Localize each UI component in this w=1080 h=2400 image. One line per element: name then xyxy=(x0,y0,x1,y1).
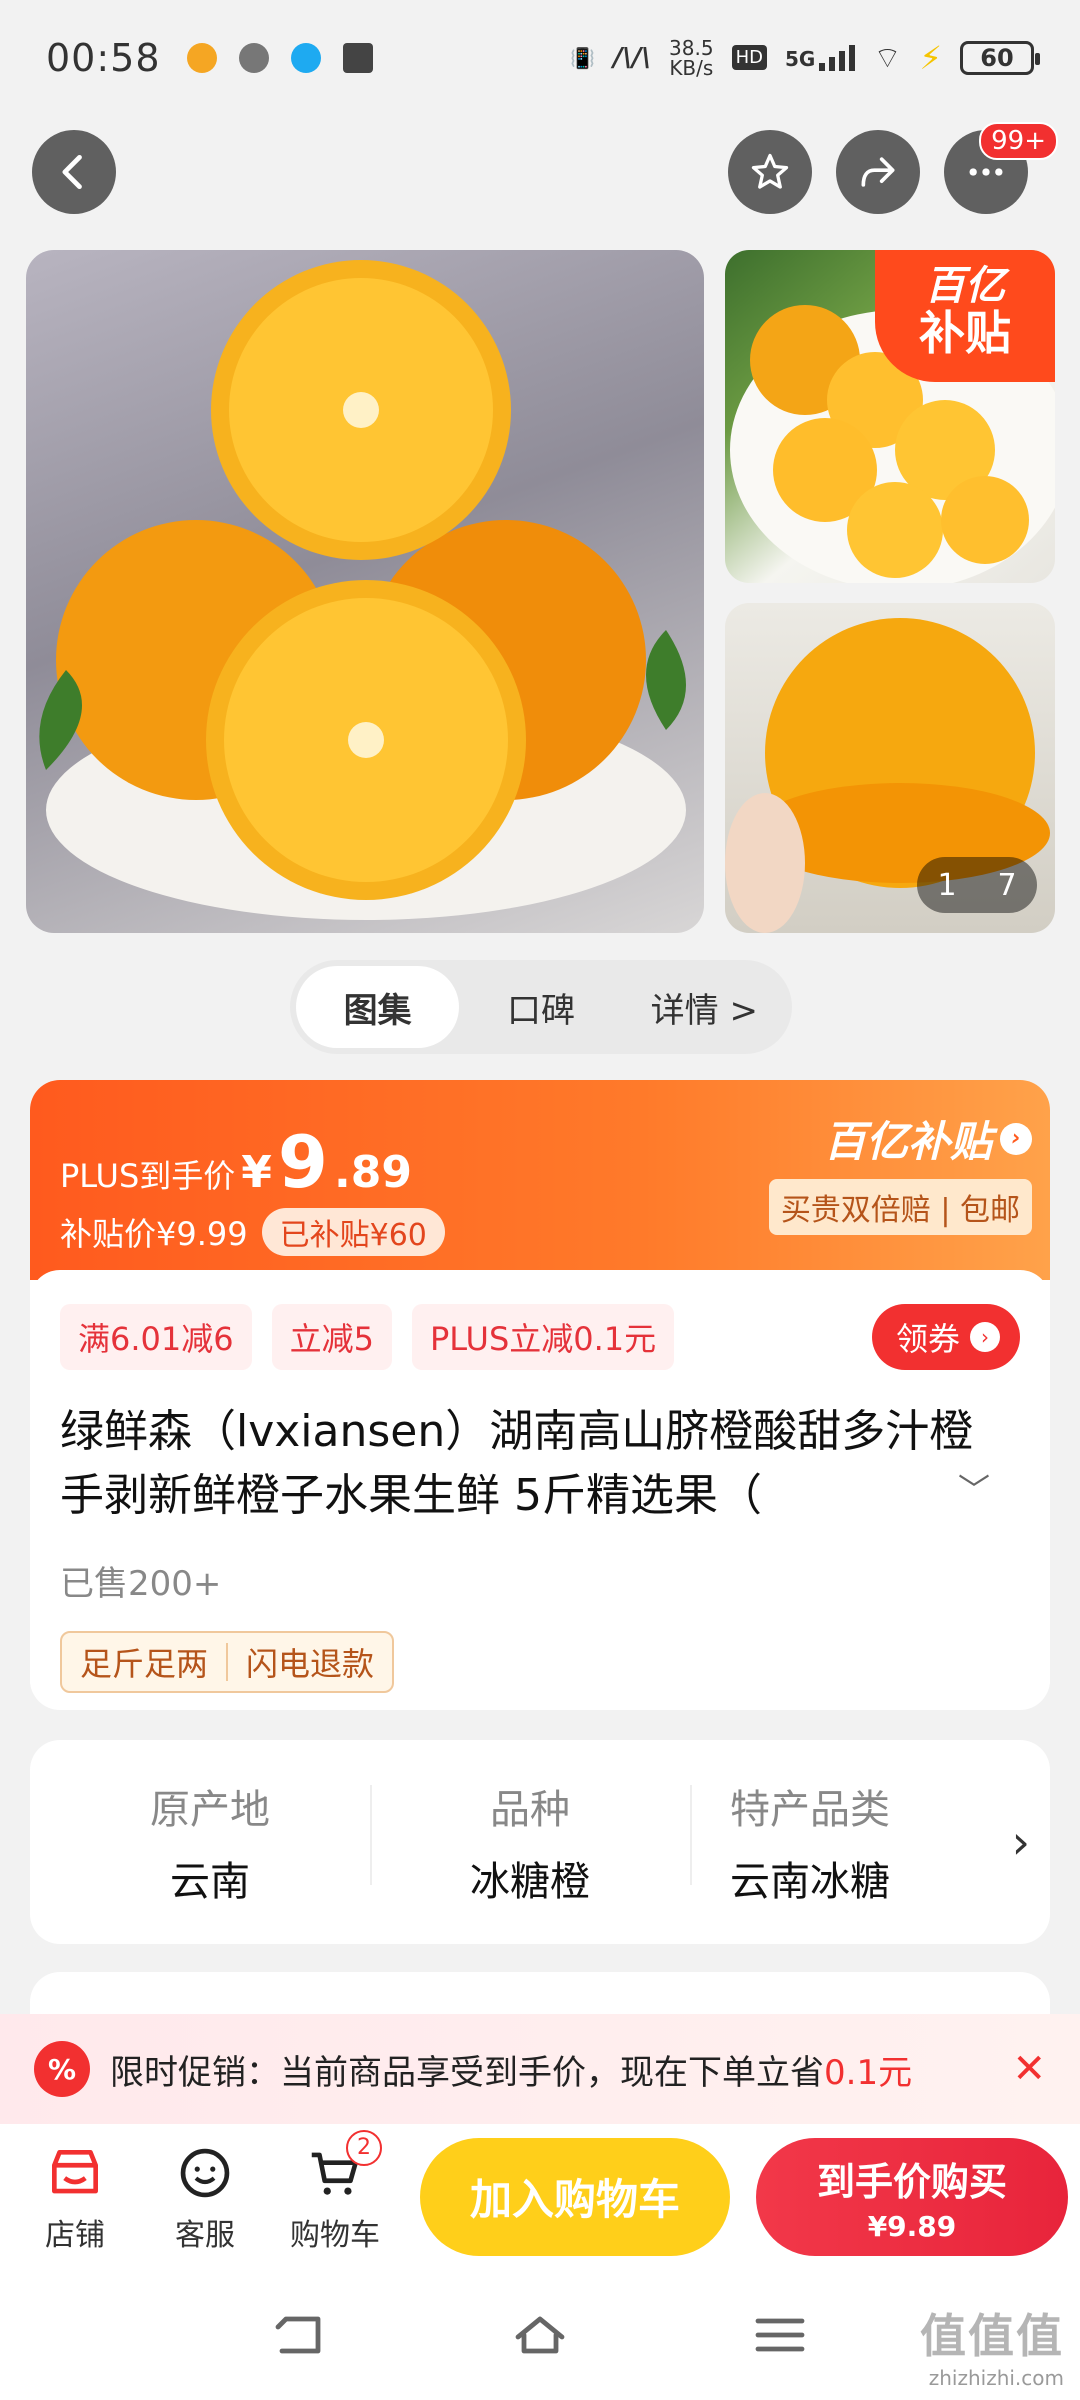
guarantee-badge: 买贵双倍赔 | 包邮 xyxy=(768,1179,1032,1235)
status-right: 📳 /\/\ 38.5 KB/s HD 5G ⌔ ⚡ 60 xyxy=(570,35,1040,80)
favorite-button[interactable] xyxy=(728,130,812,214)
cart-count-badge: 2 xyxy=(346,2129,382,2166)
expand-chevron-icon[interactable]: ﹀ xyxy=(958,1458,990,1522)
store-button[interactable]: 店铺 xyxy=(10,2140,140,2254)
cart-button[interactable]: 购物车 2 xyxy=(270,2129,400,2254)
promo-tag: PLUS立减0.1元 xyxy=(412,1304,675,1370)
clock: 00:58 xyxy=(46,35,161,80)
back-button[interactable] xyxy=(32,130,116,214)
status-bar: 00:58 📳 /\/\ 38.5 KB/s HD 5G ⌔ ⚡ 60 xyxy=(0,0,1080,115)
content-tabs: 图集 口碑 详情 > xyxy=(290,960,792,1054)
nfc-icon: /\/\ xyxy=(613,42,652,73)
spec-origin: 原产地 云南 xyxy=(150,1787,270,1905)
smile-chat-icon xyxy=(180,2148,230,2197)
add-to-cart-button[interactable]: 加入购物车 xyxy=(420,2137,730,2256)
share-button[interactable] xyxy=(836,130,920,214)
net-speed: 38.5 KB/s xyxy=(669,35,714,80)
buy-now-button[interactable]: 到手价购买 ¥9.89 xyxy=(756,2137,1068,2256)
signal-icon: 5G xyxy=(785,44,856,71)
top-nav: 99+ xyxy=(0,122,1080,220)
main-product-image[interactable] xyxy=(26,250,704,933)
promo-tag: 满6.01减6 xyxy=(60,1304,252,1370)
star-icon xyxy=(751,153,789,189)
chevron-right-icon[interactable]: › xyxy=(1012,1815,1030,1869)
get-coupon-button[interactable]: 领券 › xyxy=(871,1304,1020,1370)
price-card: PLUS到手价 ¥ 9 .89 补贴价¥9.99 已补贴¥60 百亿补贴 › 买… xyxy=(30,1080,1050,1710)
product-specs[interactable]: 原产地 云南 品种 冰糖橙 特产品类 云南冰糖 › xyxy=(30,1740,1050,1944)
discount-icon: % xyxy=(34,2041,90,2097)
promo-tag: 立减5 xyxy=(271,1304,392,1370)
charging-icon: ⚡ xyxy=(919,38,942,77)
product-title[interactable]: 绿鲜森（lvxiansen）湖南高山脐橙酸甜多汁橙手剥新鲜橙子水果生鲜 5斤精选… xyxy=(60,1400,1020,1528)
back-arrow-icon xyxy=(62,154,82,190)
product-gallery[interactable]: 百亿 补贴 1 7 xyxy=(0,250,1080,935)
bottom-action-bar: 店铺 客服 购物车 2 加入购物车 到手价购买 ¥9.89 xyxy=(0,2124,1080,2269)
billion-subsidy-brand[interactable]: 百亿补贴 › 买贵双倍赔 | 包邮 xyxy=(768,1108,1032,1235)
billion-subsidy-tag: 百亿 补贴 xyxy=(875,250,1055,382)
more-button[interactable]: 99+ xyxy=(944,122,1058,214)
vibrate-icon: 📳 xyxy=(570,45,596,70)
qq-notification-icon xyxy=(290,42,321,73)
spec-variety: 品种 冰糖橙 xyxy=(370,1777,690,1907)
chevron-right-icon: › xyxy=(1000,1122,1032,1155)
wifi-icon: ⌔ xyxy=(873,40,902,76)
promo-tags: 满6.01减6 立减5 PLUS立减0.1元 领券 › xyxy=(60,1304,1020,1370)
back-nav-icon[interactable] xyxy=(270,2310,330,2360)
promotion-banner[interactable]: % 限时促销：当前商品享受到手价，现在下单立省 0.1元 ✕ xyxy=(0,2014,1080,2124)
subsidized-amount: 已补贴¥60 xyxy=(261,1208,445,1256)
close-icon[interactable]: ✕ xyxy=(1012,2046,1046,2092)
tab-details[interactable]: 详情 > xyxy=(623,966,786,1048)
app-notification-icon xyxy=(238,42,269,73)
image-pager: 1 7 xyxy=(917,857,1037,913)
oranges-illustration xyxy=(39,260,686,920)
spec-category: 特产品类 云南冰糖 xyxy=(690,1777,930,1907)
customer-service-button[interactable]: 客服 xyxy=(140,2140,270,2254)
share-icon xyxy=(861,157,895,187)
notification-icons xyxy=(186,42,373,73)
crown-notification-icon xyxy=(342,42,373,73)
app-notification-icon xyxy=(186,42,217,73)
tab-gallery[interactable]: 图集 xyxy=(296,966,460,1048)
watermark: 值值值 zhizhizhi.com xyxy=(920,2309,1064,2390)
product-info: 满6.01减6 立减5 PLUS立减0.1元 领券 › 绿鲜森（lvxianse… xyxy=(30,1270,1050,1693)
battery-icon: 60 xyxy=(960,40,1040,75)
chevron-right-icon: › xyxy=(970,1322,1000,1352)
message-badge: 99+ xyxy=(979,122,1058,160)
price-header: PLUS到手价 ¥ 9 .89 补贴价¥9.99 已补贴¥60 百亿补贴 › 买… xyxy=(30,1080,1050,1280)
store-icon xyxy=(52,2149,98,2193)
sold-count: 已售200+ xyxy=(60,1564,222,1604)
service-badges[interactable]: 足斤足两 闪电退款 xyxy=(60,1631,395,1693)
hd-icon: HD xyxy=(731,45,767,70)
thumbnail-image-1[interactable]: 百亿 补贴 xyxy=(725,250,1055,583)
menu-nav-icon[interactable] xyxy=(750,2310,810,2360)
thumbnail-image-2[interactable]: 1 7 xyxy=(725,603,1055,933)
system-navigation: 值值值 zhizhizhi.com xyxy=(0,2269,1080,2400)
home-nav-icon[interactable] xyxy=(510,2310,570,2360)
tab-reviews[interactable]: 口碑 xyxy=(459,966,622,1048)
